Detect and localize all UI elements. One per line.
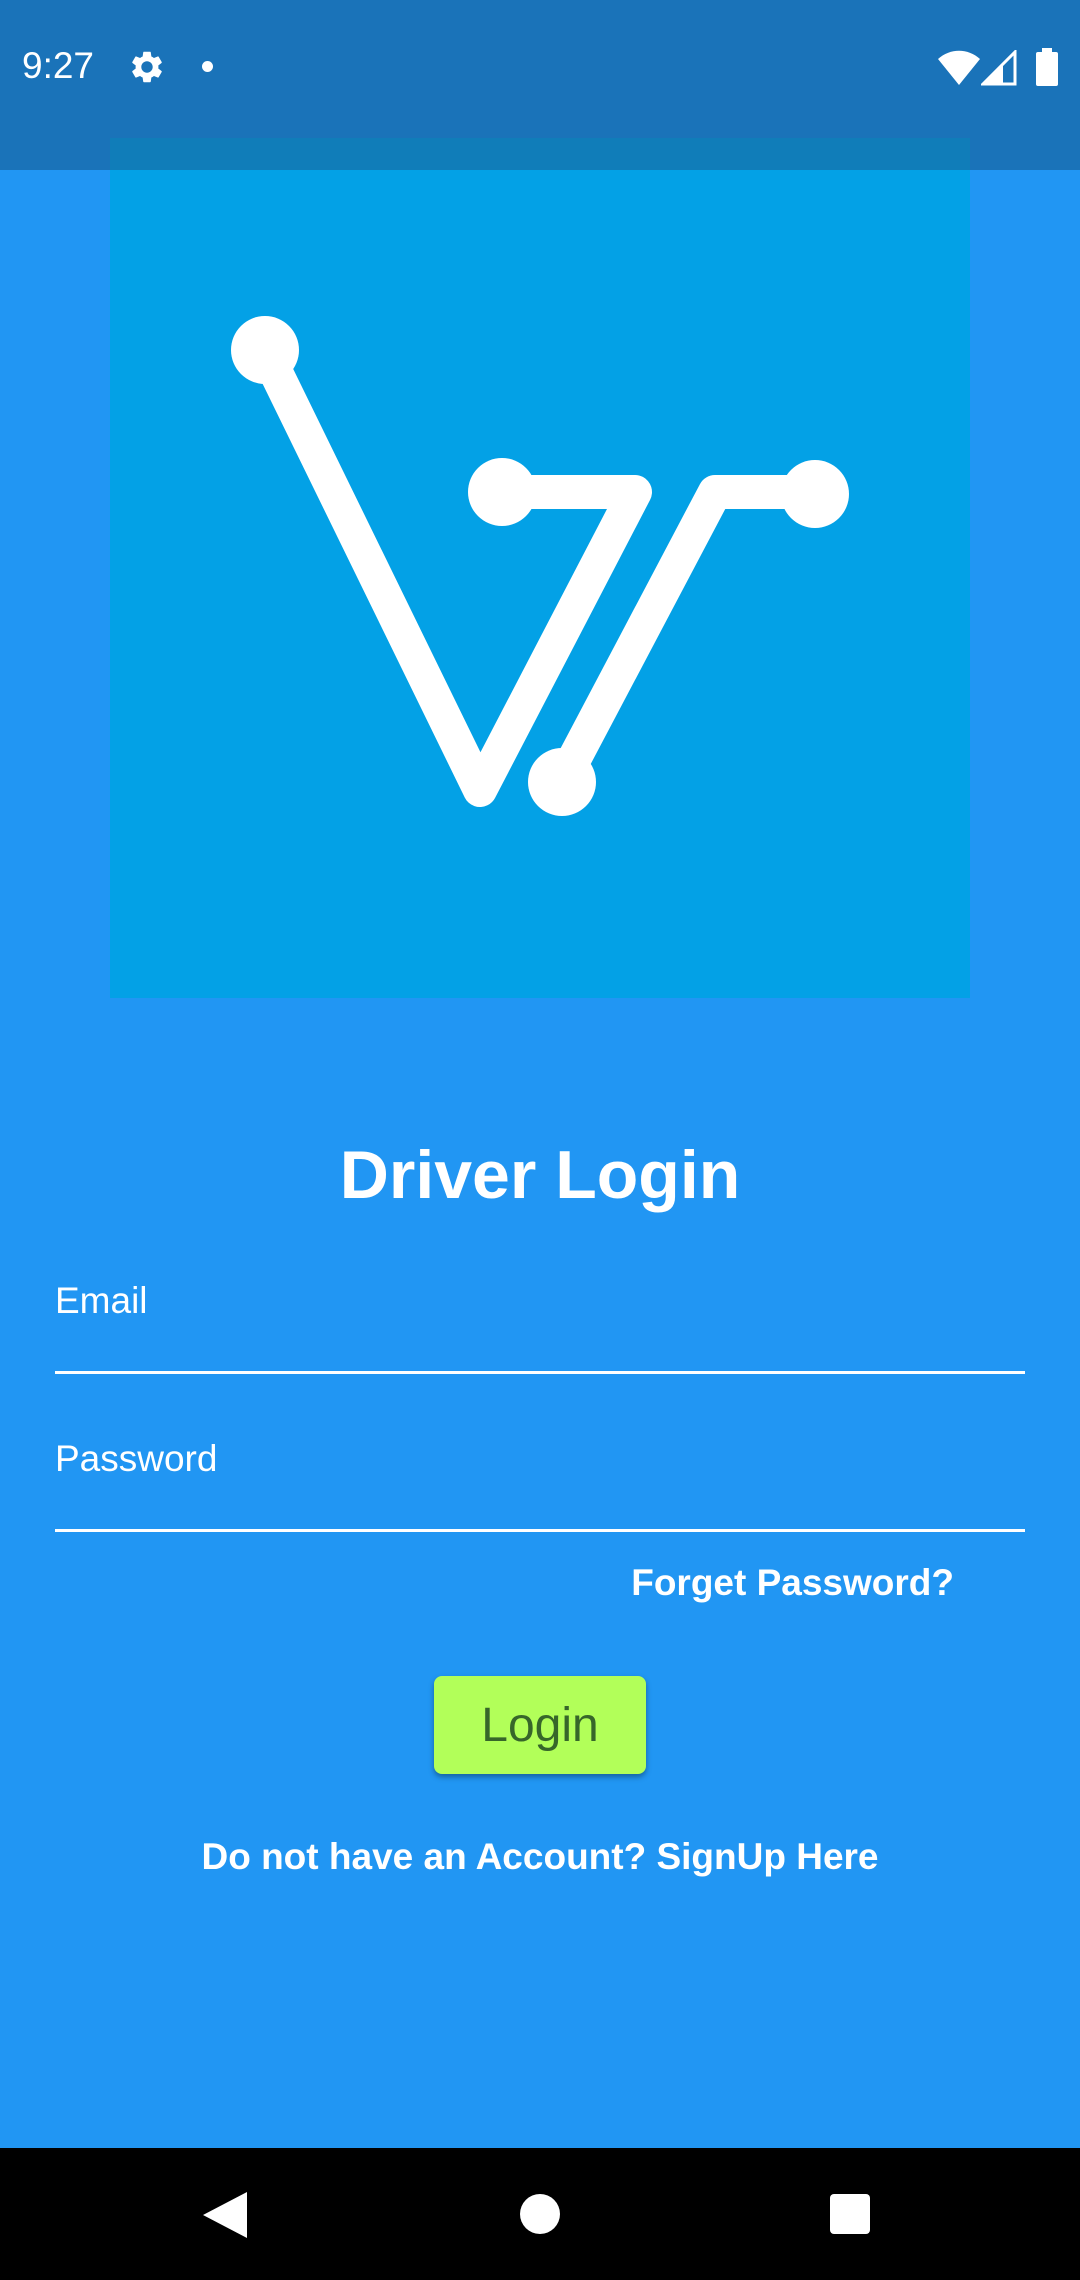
status-time: 9:27	[22, 45, 95, 86]
notification-dot-icon	[202, 61, 213, 72]
forget-password-link[interactable]: Forget Password?	[631, 1558, 954, 1608]
page-title: Driver Login	[339, 1137, 741, 1213]
password-field[interactable]	[55, 1424, 1025, 1532]
gear-icon	[132, 51, 162, 83]
password-input[interactable]	[55, 1424, 1025, 1494]
login-button[interactable]: Login	[434, 1676, 646, 1774]
status-bar-overlay	[110, 138, 970, 170]
email-field[interactable]	[55, 1266, 1025, 1374]
signup-link[interactable]: Do not have an Account? SignUp Here	[0, 1832, 1080, 1882]
signal-icon	[981, 50, 1017, 86]
email-input[interactable]	[55, 1266, 1025, 1336]
recents-icon[interactable]	[830, 2194, 870, 2234]
back-icon[interactable]	[203, 2192, 247, 2238]
system-navigation-bar	[0, 2148, 1080, 2280]
battery-icon	[1036, 48, 1058, 86]
home-icon[interactable]	[520, 2194, 560, 2234]
driver-app-logo-icon	[231, 316, 849, 816]
wifi-icon	[938, 50, 980, 85]
app-logo	[110, 138, 970, 998]
login-screen: 9:27 Driver Login Email Forget Password?…	[0, 0, 1080, 2280]
